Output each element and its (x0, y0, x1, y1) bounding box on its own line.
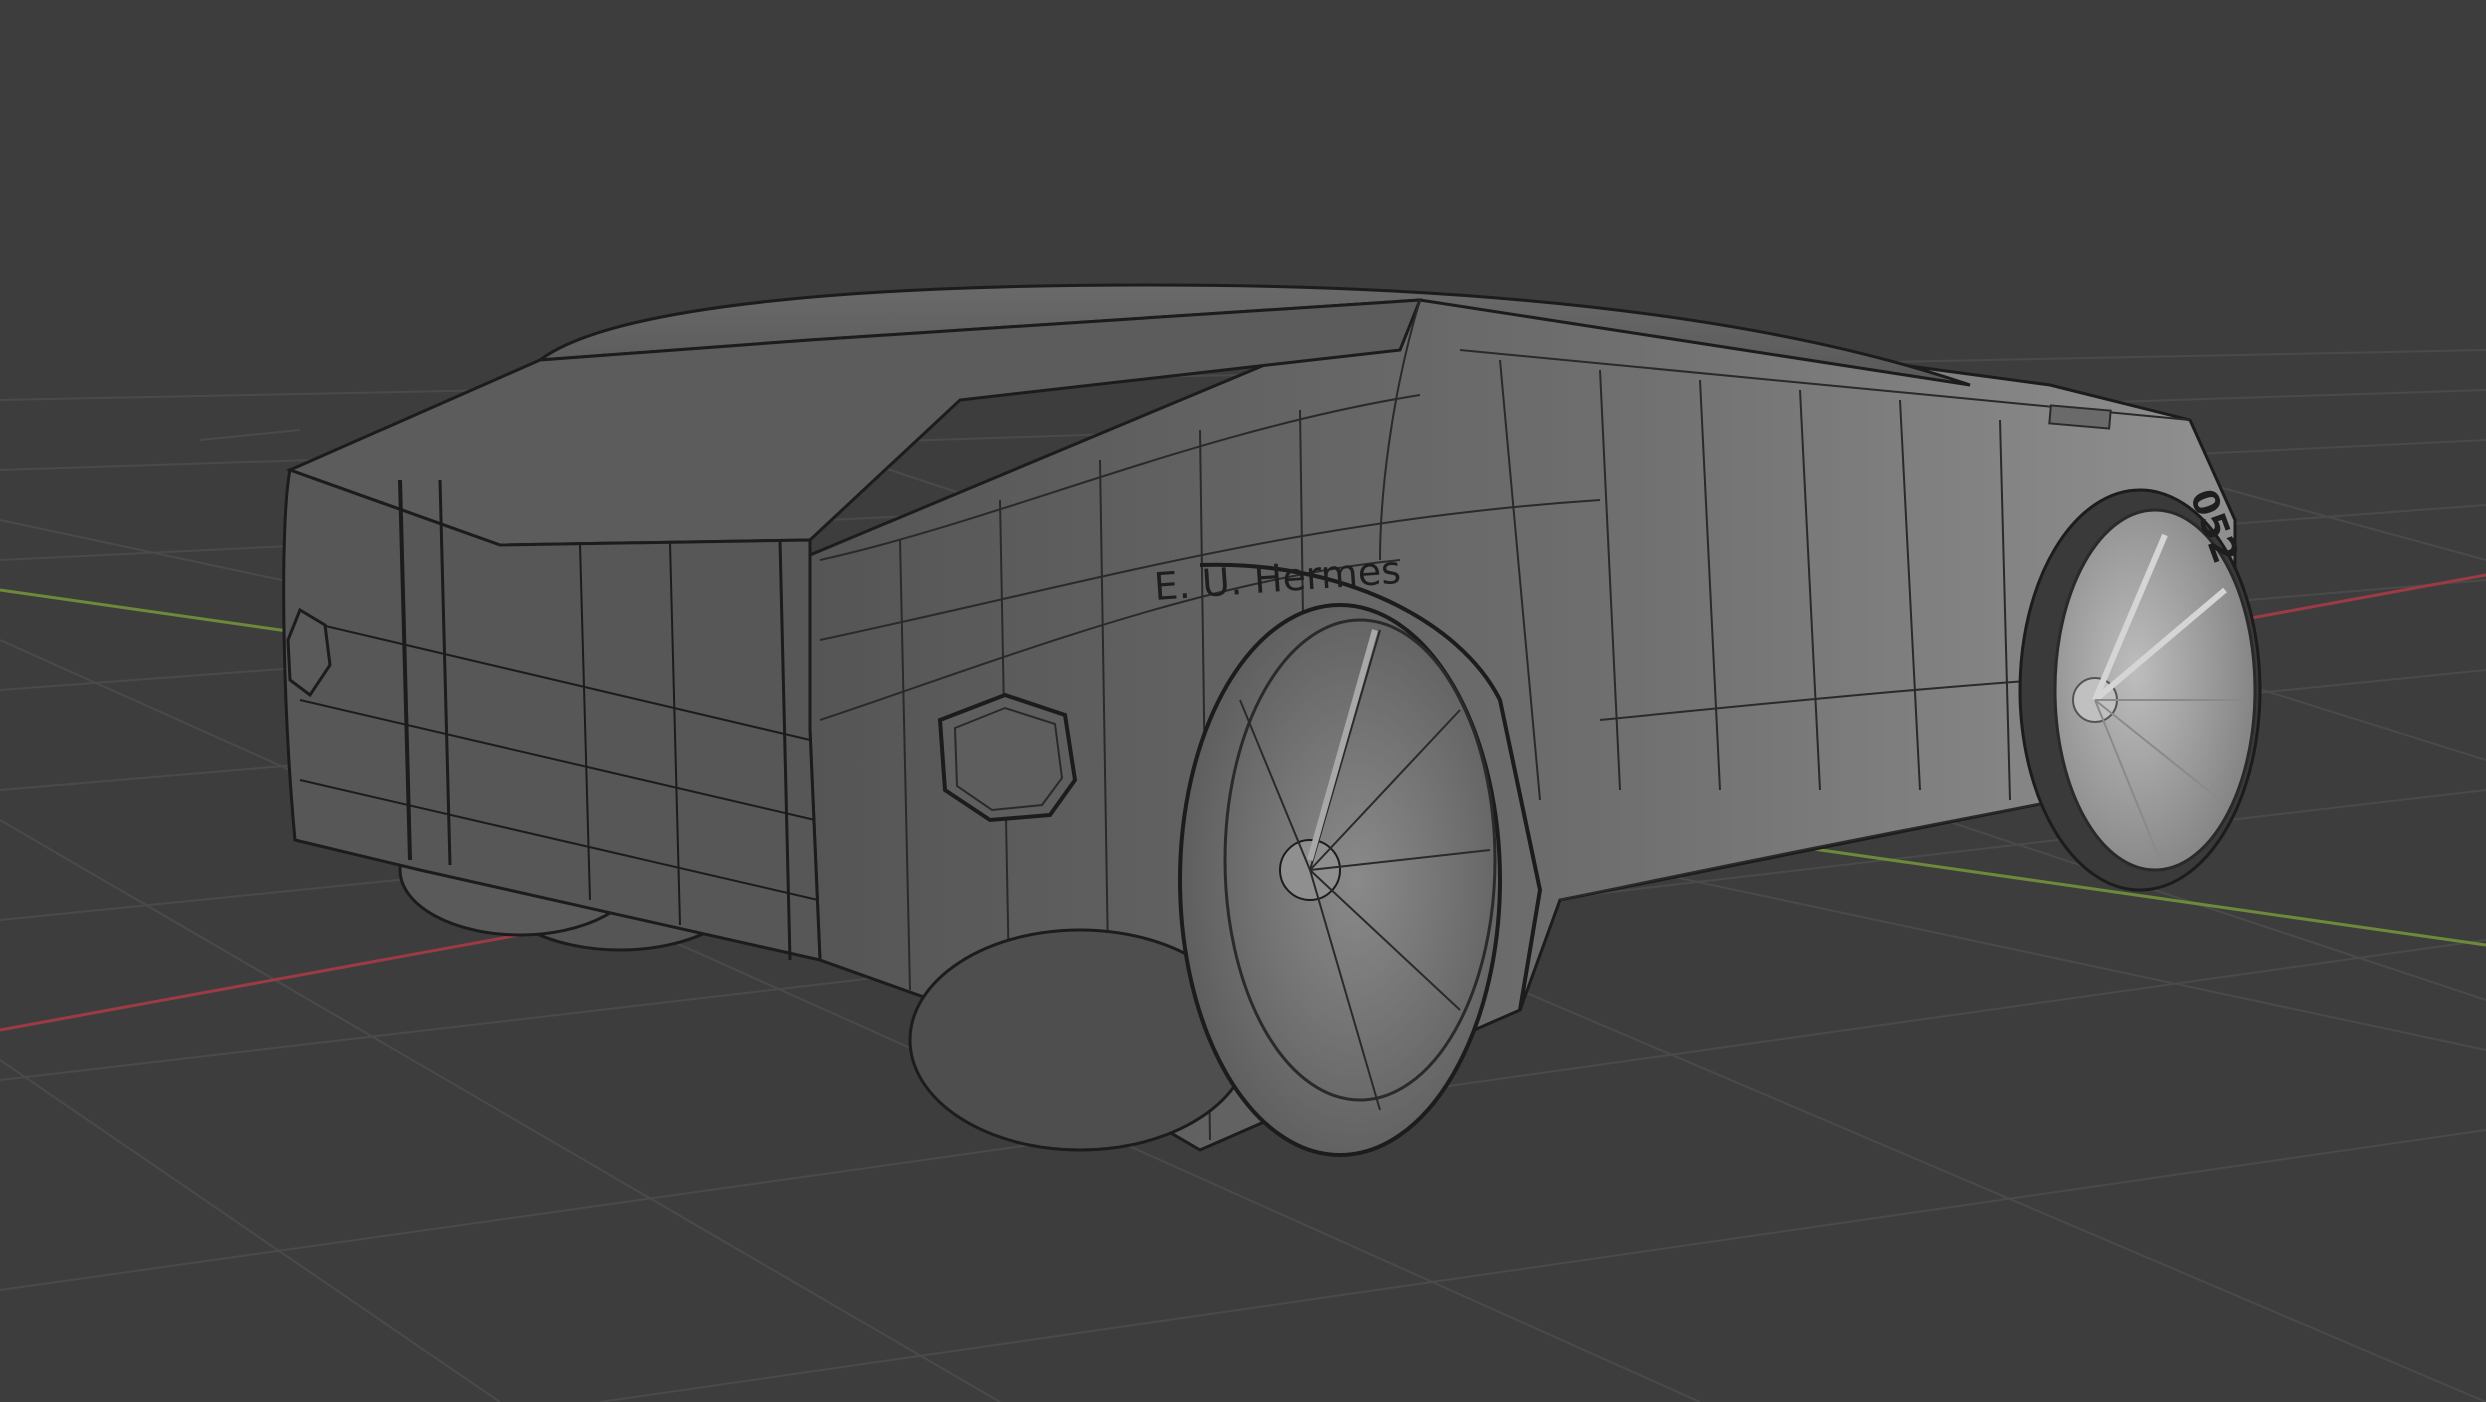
side-hex-emblem (937, 692, 1078, 823)
car-model[interactable] (282, 283, 2262, 1157)
viewport-canvas[interactable]: E. U. Hermes 052 (0, 0, 2486, 1402)
3d-viewport[interactable]: E. U. Hermes 052 (0, 0, 2486, 1402)
